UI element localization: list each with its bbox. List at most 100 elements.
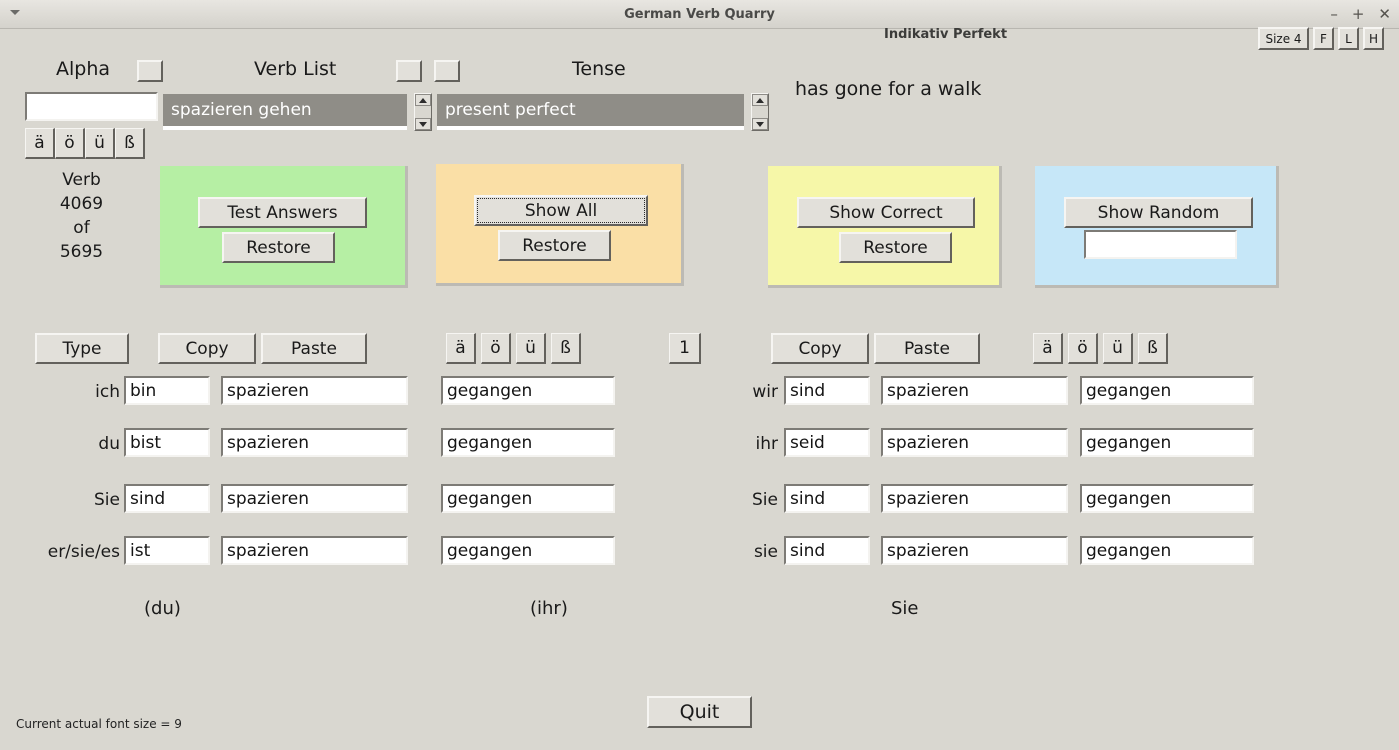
type-button[interactable]: Type (35, 333, 129, 364)
verb-list-checkbox-1[interactable] (396, 60, 422, 82)
app-window: German Verb Quarry – + ✕ Size 4 F L H In… (0, 0, 1399, 750)
verb-list-spinner-down[interactable] (415, 118, 431, 130)
auxiliary-input[interactable]: seid (784, 428, 870, 457)
tense-spinner-down[interactable] (752, 118, 768, 130)
test-answers-button[interactable]: Test Answers (198, 197, 367, 228)
title-bar: German Verb Quarry – + ✕ (0, 0, 1399, 29)
maximize-icon[interactable]: + (1352, 7, 1365, 22)
verb-counter-line-1: Verb (62, 170, 101, 190)
alpha-umlaut-u-button[interactable]: ü (85, 128, 115, 159)
verb-stem-input[interactable]: spazieren (221, 428, 408, 457)
imperative-du: (du) (144, 598, 181, 619)
h-button[interactable]: H (1363, 27, 1384, 50)
participle-input[interactable]: gegangen (441, 484, 615, 513)
triangle-up-icon (756, 97, 764, 103)
left-umlaut-row: ä ö ü ß (446, 333, 581, 364)
pronoun-label: sie (753, 542, 778, 562)
verb-stem-input[interactable]: spazieren (221, 376, 408, 405)
verb-stem-input[interactable]: spazieren (221, 536, 408, 565)
l-button[interactable]: L (1338, 27, 1359, 50)
verb-counter-line-4: 5695 (59, 242, 104, 262)
auxiliary-input[interactable]: sind (784, 376, 870, 405)
left-umlaut-u-button[interactable]: ü (516, 333, 546, 364)
translation-label: has gone for a walk (795, 78, 982, 100)
show-correct-restore-button[interactable]: Restore (839, 232, 952, 263)
alpha-umlaut-a-button[interactable]: ä (25, 128, 55, 159)
triangle-up-icon (419, 97, 427, 103)
verb-list-spinner[interactable] (414, 93, 432, 131)
participle-input[interactable]: gegangen (441, 376, 615, 405)
right-umlaut-u-button[interactable]: ü (1103, 333, 1133, 364)
alpha-eszett-button[interactable]: ß (115, 128, 145, 159)
size-button[interactable]: Size 4 (1258, 27, 1309, 50)
auxiliary-input[interactable]: sind (784, 536, 870, 565)
alpha-search-input[interactable] (25, 92, 158, 121)
auxiliary-input[interactable]: sind (124, 484, 210, 513)
left-umlaut-a-button[interactable]: ä (446, 333, 476, 364)
alpha-umlaut-row: ä ö ü ß (25, 128, 145, 159)
participle-input[interactable]: gegangen (441, 536, 615, 565)
verb-list-checkbox-2[interactable] (434, 60, 460, 82)
alpha-checkbox[interactable] (137, 60, 163, 82)
pronoun-label: ihr (755, 434, 779, 454)
right-umlaut-row: ä ö ü ß (1033, 333, 1168, 364)
verb-counter: Verb 4069 of 5695 (25, 168, 138, 264)
verb-stem-input[interactable]: spazieren (881, 376, 1068, 405)
show-random-input[interactable] (1084, 230, 1237, 259)
left-paste-button[interactable]: Paste (261, 333, 367, 364)
auxiliary-input[interactable]: bist (124, 428, 210, 457)
show-all-button[interactable]: Show All (474, 195, 648, 226)
minimize-icon[interactable]: – (1330, 7, 1338, 22)
right-eszett-button[interactable]: ß (1138, 333, 1168, 364)
tense-combobox[interactable]: present perfect (437, 94, 744, 130)
triangle-down-icon (419, 121, 427, 127)
imperative-sie: Sie (891, 598, 919, 619)
tense-spinner[interactable] (751, 93, 769, 131)
left-umlaut-o-button[interactable]: ö (481, 333, 511, 364)
pronoun-label: Sie (752, 490, 778, 510)
imperative-ihr: (ihr) (530, 598, 568, 619)
verb-list-combobox[interactable]: spazieren gehen (163, 94, 407, 130)
participle-input[interactable]: gegangen (1080, 428, 1254, 457)
verb-list-spinner-up[interactable] (415, 94, 431, 106)
verb-stem-input[interactable]: spazieren (881, 536, 1068, 565)
quit-button[interactable]: Quit (647, 696, 752, 728)
participle-input[interactable]: gegangen (441, 428, 615, 457)
f-button[interactable]: F (1313, 27, 1334, 50)
auxiliary-input[interactable]: bin (124, 376, 210, 405)
left-copy-button[interactable]: Copy (158, 333, 256, 364)
window-controls: – + ✕ (1330, 0, 1391, 29)
show-random-button[interactable]: Show Random (1064, 197, 1253, 228)
left-eszett-button[interactable]: ß (551, 333, 581, 364)
pronoun-label: wir (752, 382, 778, 402)
pronoun-label: du (98, 434, 120, 454)
right-umlaut-a-button[interactable]: ä (1033, 333, 1063, 364)
show-correct-button[interactable]: Show Correct (797, 197, 975, 228)
alpha-umlaut-o-button[interactable]: ö (55, 128, 85, 159)
participle-input[interactable]: gegangen (1080, 536, 1254, 565)
test-answers-panel: Test Answers Restore (160, 166, 408, 288)
separable-count-button[interactable]: 1 (669, 333, 701, 364)
pronoun-label: er/sie/es (47, 542, 120, 562)
right-copy-button[interactable]: Copy (771, 333, 869, 364)
pronoun-label: ich (95, 382, 120, 402)
auxiliary-input[interactable]: sind (784, 484, 870, 513)
verb-stem-input[interactable]: spazieren (881, 428, 1068, 457)
alpha-label: Alpha (56, 58, 111, 80)
test-answers-restore-button[interactable]: Restore (222, 232, 335, 263)
participle-input[interactable]: gegangen (1080, 376, 1254, 405)
auxiliary-input[interactable]: ist (124, 536, 210, 565)
font-size-status: Current actual font size = 9 (16, 717, 182, 731)
verb-stem-input[interactable]: spazieren (881, 484, 1068, 513)
window-title: German Verb Quarry (624, 7, 775, 22)
show-random-panel: Show Random (1035, 166, 1279, 288)
participle-input[interactable]: gegangen (1080, 484, 1254, 513)
verb-stem-input[interactable]: spazieren (221, 484, 408, 513)
verb-counter-line-2: 4069 (59, 194, 104, 214)
pronoun-label: Sie (94, 490, 120, 510)
tense-spinner-up[interactable] (752, 94, 768, 106)
close-icon[interactable]: ✕ (1378, 7, 1391, 22)
right-umlaut-o-button[interactable]: ö (1068, 333, 1098, 364)
right-paste-button[interactable]: Paste (874, 333, 980, 364)
show-all-restore-button[interactable]: Restore (498, 230, 611, 261)
